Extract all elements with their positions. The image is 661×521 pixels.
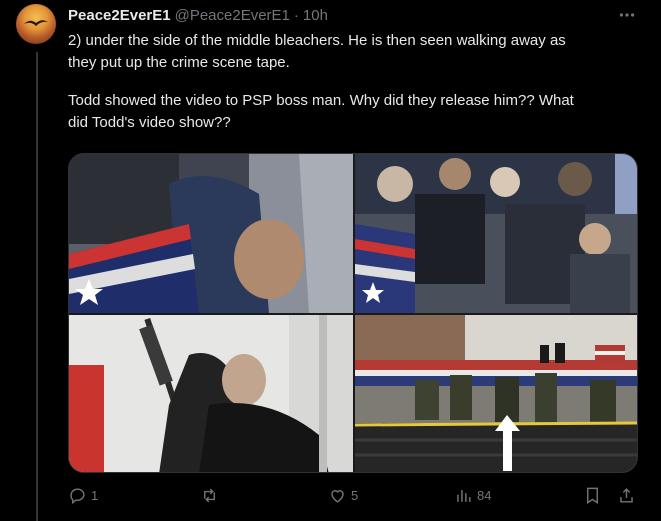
video-still-image bbox=[69, 154, 353, 313]
like-count: 5 bbox=[351, 487, 359, 503]
views-icon bbox=[457, 489, 471, 502]
share-icon bbox=[620, 487, 633, 503]
media-image-2[interactable] bbox=[355, 154, 637, 313]
media-image-1[interactable] bbox=[69, 154, 353, 313]
tweet[interactable]: Peace2EverE1 @Peace2EverE1 · 10h 2) unde… bbox=[0, 0, 661, 521]
media-image-4[interactable] bbox=[355, 315, 637, 472]
bookmark-button[interactable] bbox=[583, 484, 602, 506]
tweet-text-line: did Todd's video show?? bbox=[68, 114, 231, 131]
action-bar: 1 5 84 bbox=[68, 484, 638, 506]
video-still-image bbox=[355, 315, 637, 472]
reply-count: 1 bbox=[91, 487, 99, 503]
reply-button[interactable]: 1 bbox=[68, 484, 98, 506]
media-grid bbox=[68, 153, 638, 473]
reply-icon bbox=[70, 487, 85, 504]
tweet-text-line: they put up the crime scene tape. bbox=[68, 54, 290, 71]
bird-silhouette-icon bbox=[24, 20, 48, 26]
thread-line bbox=[36, 52, 38, 521]
tweet-header: Peace2EverE1 @Peace2EverE1 · 10h bbox=[68, 4, 328, 26]
media-image-3[interactable] bbox=[69, 315, 353, 472]
video-still-image bbox=[69, 315, 353, 472]
tweet-text: 2) under the side of the middle bleacher… bbox=[68, 30, 648, 134]
views-count: 84 bbox=[477, 487, 492, 503]
tweet-text-line: Todd showed the video to PSP boss man. W… bbox=[68, 92, 574, 109]
separator-dot: · bbox=[293, 6, 299, 24]
share-button[interactable] bbox=[617, 484, 636, 506]
like-button[interactable]: 5 bbox=[328, 484, 358, 506]
more-horizontal-icon bbox=[619, 13, 635, 17]
display-name[interactable]: Peace2EverE1 bbox=[68, 7, 171, 24]
user-handle[interactable]: @Peace2EverE1 bbox=[175, 7, 290, 24]
repost-icon bbox=[204, 488, 215, 502]
heart-icon bbox=[331, 489, 344, 503]
bookmark-icon bbox=[587, 487, 598, 504]
avatar[interactable] bbox=[16, 4, 56, 44]
tweet-text-line: 2) under the side of the middle bleacher… bbox=[68, 32, 566, 49]
video-still-image bbox=[355, 154, 637, 313]
more-button[interactable] bbox=[616, 4, 638, 26]
timestamp[interactable]: 10h bbox=[303, 7, 328, 24]
views-button[interactable]: 84 bbox=[454, 484, 491, 506]
repost-button[interactable] bbox=[200, 484, 223, 506]
